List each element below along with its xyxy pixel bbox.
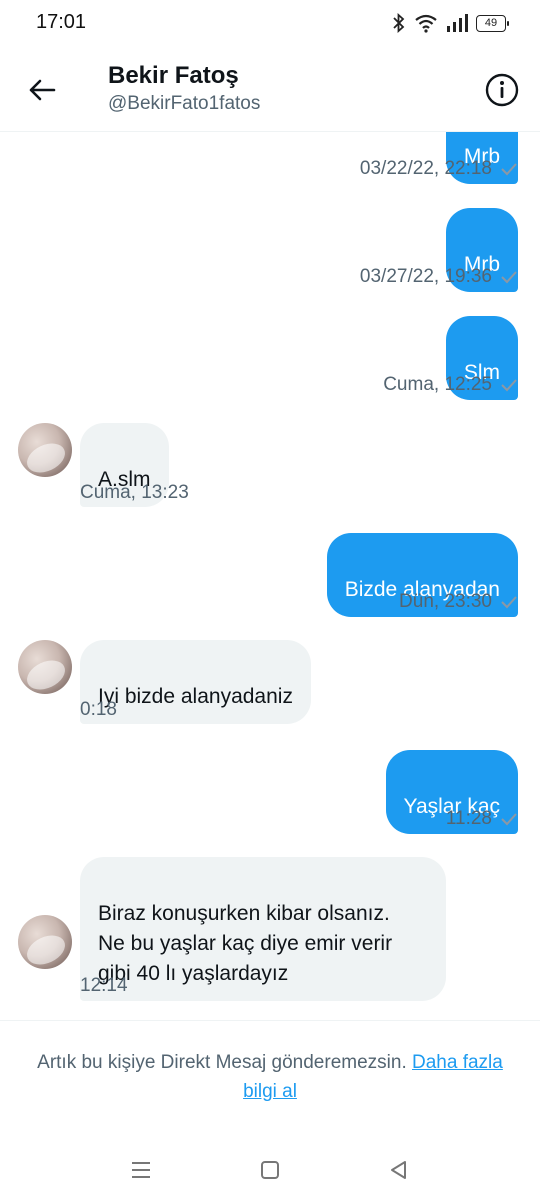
message-meta: Dün, 23:30 bbox=[399, 591, 518, 613]
message-time: 0:18 bbox=[80, 699, 117, 720]
message-meta: 11:28 bbox=[446, 808, 518, 830]
menu-icon bbox=[132, 1162, 150, 1178]
check-icon bbox=[501, 596, 517, 609]
check-icon bbox=[501, 379, 517, 392]
status-icons: 49 bbox=[392, 13, 509, 33]
message-meta: Cuma, 13:23 bbox=[80, 482, 189, 504]
check-icon bbox=[501, 271, 517, 284]
message-time: 12:14 bbox=[80, 975, 128, 996]
recent-apps-button[interactable] bbox=[121, 1152, 161, 1188]
battery-level: 49 bbox=[484, 17, 498, 29]
message-time: Cuma, 12:25 bbox=[383, 374, 492, 395]
message-text: Iyi bizde alanyadaniz bbox=[98, 685, 293, 708]
arrow-left-icon bbox=[29, 79, 56, 101]
status-time: 17:01 bbox=[36, 11, 87, 33]
battery-icon: 49 bbox=[476, 14, 509, 32]
message-meta: Cuma, 12:25 bbox=[383, 374, 518, 396]
message-meta: 03/22/22, 22:18 bbox=[360, 158, 518, 180]
signal-icon bbox=[447, 14, 468, 32]
home-square-icon bbox=[261, 1161, 279, 1179]
wifi-icon bbox=[415, 14, 437, 33]
message-meta: 0:18 bbox=[80, 699, 117, 721]
message-time: Dün, 23:30 bbox=[399, 591, 492, 612]
system-back-button[interactable] bbox=[379, 1152, 419, 1188]
dm-restriction-notice: Artık bu kişiye Direkt Mesaj gönderemezs… bbox=[20, 1048, 520, 1106]
bluetooth-icon bbox=[393, 13, 405, 33]
message-bubble-incoming[interactable]: Biraz konuşurken kibar olsanız. Ne bu ya… bbox=[80, 857, 446, 1001]
message-time: 11:28 bbox=[445, 808, 492, 829]
info-button[interactable] bbox=[482, 70, 522, 110]
composer-divider bbox=[0, 1020, 540, 1021]
conversation-header: Bekir Fatoş @BekirFato1fatos bbox=[0, 48, 540, 132]
check-icon bbox=[501, 813, 517, 826]
message-time: 03/27/22, 19:36 bbox=[359, 266, 492, 287]
message-list[interactable]: Mrb 03/22/22, 22:18 Mrb 03/27/22, 19:36 … bbox=[0, 132, 540, 1020]
avatar[interactable] bbox=[18, 640, 72, 694]
contact-handle[interactable]: @BekirFato1fatos bbox=[108, 93, 260, 115]
back-triangle-icon bbox=[391, 1161, 406, 1179]
message-time: 03/22/22, 22:18 bbox=[359, 158, 492, 179]
check-icon bbox=[501, 163, 517, 176]
back-button[interactable] bbox=[22, 70, 62, 110]
system-navbar bbox=[0, 1140, 540, 1200]
message-time: Cuma, 13:23 bbox=[80, 482, 189, 503]
avatar[interactable] bbox=[18, 915, 72, 969]
notice-text: Artık bu kişiye Direkt Mesaj gönderemezs… bbox=[37, 1052, 407, 1073]
info-icon bbox=[485, 73, 519, 107]
contact-name[interactable]: Bekir Fatoş bbox=[108, 62, 239, 90]
avatar[interactable] bbox=[18, 423, 72, 477]
message-meta: 12:14 bbox=[80, 975, 128, 997]
message-text: Biraz konuşurken kibar olsanız. Ne bu ya… bbox=[98, 902, 393, 985]
status-bar: 17:01 49 bbox=[0, 0, 540, 48]
message-meta: 03/27/22, 19:36 bbox=[360, 266, 518, 288]
home-button[interactable] bbox=[250, 1152, 290, 1188]
